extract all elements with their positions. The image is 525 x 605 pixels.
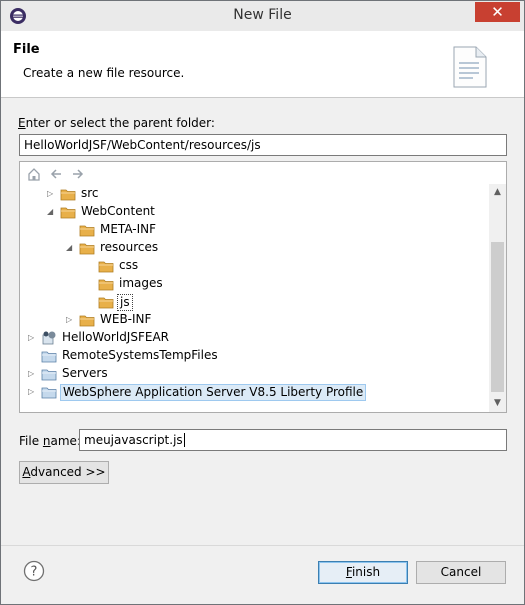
advanced-label: dvanced >> [30,465,106,479]
finish-label: inish [351,565,381,579]
collapsed-arrow-icon[interactable]: ▷ [28,333,36,343]
tree-item[interactable]: js [20,293,490,311]
tree-item[interactable]: META-INF [20,221,490,239]
folder-icon [60,207,76,219]
tree-item-label: images [119,276,163,290]
wizard-title: File [13,42,40,57]
parent-folder-label: Enter or select the parent folder: [18,116,215,130]
scroll-down-arrow-icon[interactable]: ▼ [489,395,506,412]
tree-item-label: src [81,186,99,200]
file-name-label-pre: File [19,434,43,448]
expanded-arrow-icon[interactable]: ◢ [66,243,74,253]
parent-folder-input[interactable]: HelloWorldJSF/WebContent/resources/js [19,134,507,156]
folder-tree[interactable]: ▷ src ◢ WebContent META-INF ◢ resources css imag… [19,161,507,413]
tree-item[interactable]: RemoteSystemsTempFiles [20,347,490,365]
svg-text:?: ? [31,565,38,580]
tree-item[interactable]: ▷ WebSphere Application Server V8.5 Liber… [20,383,490,401]
tree-item-label: META-INF [100,222,157,236]
tree-item-label: RemoteSystemsTempFiles [62,348,218,362]
project-folder-icon [41,369,57,381]
tree-item[interactable]: ◢ WebContent [20,203,490,221]
tree-item[interactable]: ▷ src [20,185,490,203]
project-folder-icon [41,387,57,399]
new-file-banner-icon [453,46,487,88]
close-button[interactable]: ✕ [475,2,520,22]
tree-item-label: js [117,294,133,311]
text-caret [183,433,185,447]
collapsed-arrow-icon[interactable]: ▷ [28,387,36,397]
finish-button[interactable]: Finish [318,561,408,584]
ear-project-icon [42,331,56,345]
collapsed-arrow-icon[interactable]: ▷ [47,189,55,199]
folder-icon [98,297,114,309]
tree-scrollbar[interactable]: ▲ ▼ [489,184,506,412]
tree-item[interactable]: ▷ Servers [20,365,490,383]
forward-icon[interactable] [70,166,86,182]
footer-divider [1,545,524,546]
tree-item-label: css [119,258,139,272]
file-name-value: meujavascript.js [84,433,183,447]
project-folder-icon [41,351,57,363]
wizard-description: Create a new file resource. [23,66,185,80]
tree-item-label: HelloWorldJSFEAR [62,330,169,344]
file-name-label-post: ame: [50,434,81,448]
back-icon[interactable] [48,166,64,182]
tree-item[interactable]: css [20,257,490,275]
folder-icon [79,243,95,255]
parent-folder-label-text: nter or select the parent folder: [25,116,215,130]
file-name-label-mnemonic: n [42,434,51,448]
folder-icon [79,225,95,237]
scroll-up-arrow-icon[interactable]: ▲ [489,184,506,201]
collapsed-arrow-icon[interactable]: ▷ [66,315,74,325]
collapsed-arrow-icon[interactable]: ▷ [28,369,36,379]
parent-folder-label-mnemonic: E [18,116,26,130]
expanded-arrow-icon[interactable]: ◢ [47,207,55,217]
cancel-button[interactable]: Cancel [416,561,506,584]
folder-icon [98,279,114,291]
folder-icon [98,261,114,273]
scroll-thumb[interactable] [491,242,504,392]
tree-item[interactable]: ◢ resources [20,239,490,257]
tree-item-label: WebSphere Application Server V8.5 Libert… [60,384,367,401]
home-icon[interactable] [26,166,42,182]
advanced-button[interactable]: Advanced >> [19,461,109,484]
folder-icon [79,315,95,327]
title-bar[interactable]: New File ✕ [1,1,524,31]
tree-item[interactable]: ▷ WEB-INF [20,311,490,329]
folder-icon [60,189,76,201]
tree-item[interactable]: ▷ HelloWorldJSFEAR [20,329,490,347]
file-name-label: File name: [19,434,81,448]
help-icon[interactable]: ? [23,560,45,582]
tree-item-label: Servers [62,366,108,380]
file-name-input[interactable]: meujavascript.js [79,429,507,451]
tree-item-label: WebContent [81,204,155,218]
tree-item-label: WEB-INF [100,312,152,326]
wizard-header: File Create a new file resource. [1,31,524,98]
window-title: New File [233,7,292,23]
tree-item-label: resources [100,240,159,254]
tree-item[interactable]: images [20,275,490,293]
new-file-dialog: New File ✕ File Create a new file resour… [0,0,525,605]
